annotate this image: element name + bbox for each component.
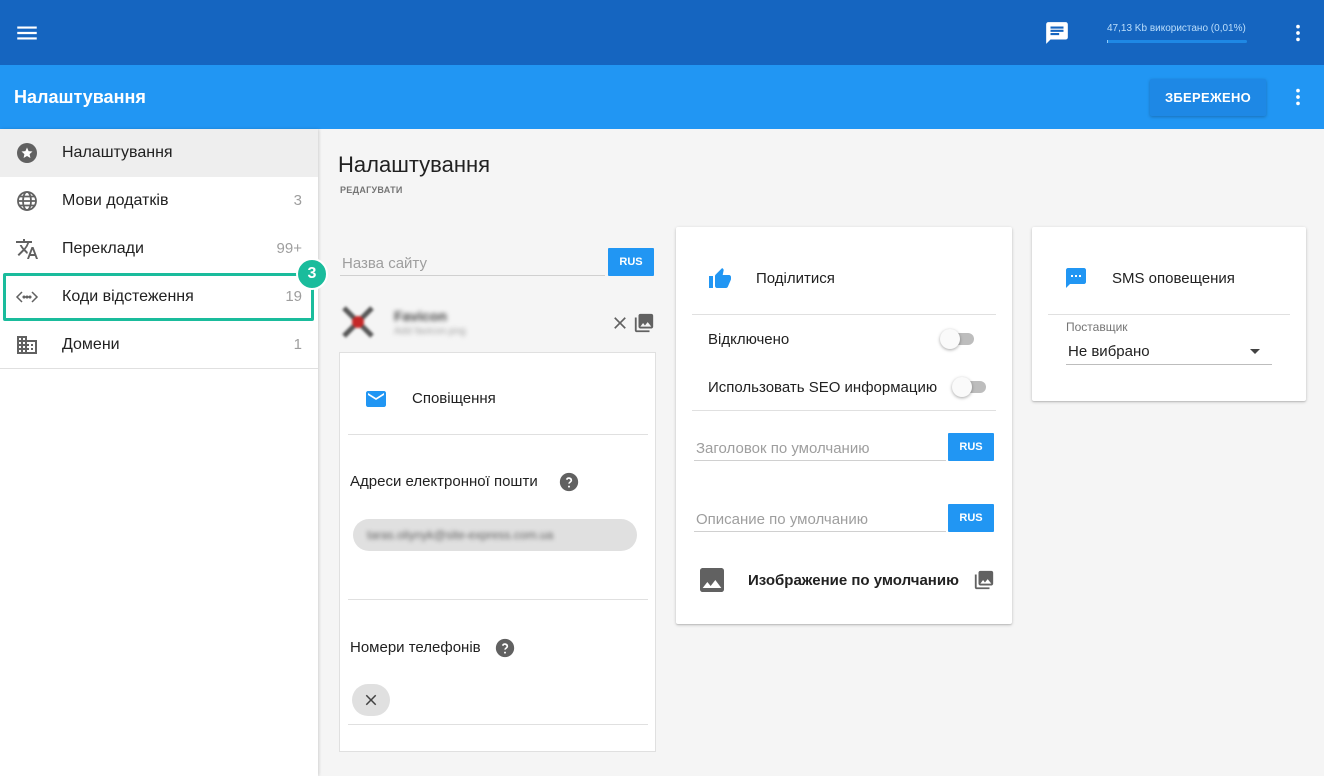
hamburger-menu-icon[interactable] — [14, 20, 40, 46]
photo-library-icon[interactable] — [632, 312, 656, 334]
star-circle-icon — [15, 141, 39, 165]
sms-card: SMS оповещения Поставщик Не вибрано — [1032, 227, 1306, 401]
divider — [692, 314, 996, 315]
email-chip[interactable]: taras.oliynyk@site-express.com.ua — [353, 519, 637, 551]
site-name-input[interactable]: Назва сайту — [340, 248, 605, 276]
translate-icon — [15, 237, 39, 261]
sidebar-item-label: Домени — [62, 336, 120, 353]
notifications-card: Сповіщення Адреси електронної пошти tara… — [339, 352, 656, 752]
storage-usage-bar — [1107, 40, 1247, 43]
toolbar-title: Налаштування — [14, 87, 146, 107]
email-chip-value: taras.oliynyk@site-express.com.ua — [367, 528, 554, 542]
notifications-title: Сповіщення — [412, 390, 496, 407]
default-title-input[interactable]: Заголовок по умолчанию — [694, 433, 946, 461]
globe-icon — [15, 189, 39, 213]
divider — [348, 434, 648, 435]
site-name-row: Назва сайту RUS — [340, 248, 654, 276]
page-toolbar: Налаштування ЗБЕРЕЖЕНО — [0, 65, 1324, 129]
storage-usage-text: 47,13 Kb використано (0,01%) — [1107, 23, 1246, 34]
sidebar-item-label: Налаштування — [62, 144, 173, 161]
sms-icon — [1064, 266, 1088, 290]
divider — [348, 599, 648, 600]
share-title: Поділитися — [756, 270, 835, 287]
divider — [692, 410, 996, 411]
provider-value: Не вибрано — [1068, 343, 1150, 360]
favicon-row: Favicon Add favicon.png — [340, 300, 660, 344]
sidebar-item-domains[interactable]: Домени 1 — [0, 321, 318, 369]
message-icon[interactable] — [1044, 20, 1070, 46]
divider — [348, 724, 648, 725]
provider-label: Поставщик — [1066, 320, 1128, 334]
saved-button[interactable]: ЗБЕРЕЖЕНО — [1150, 79, 1266, 116]
favicon-image — [340, 304, 376, 340]
sidebar-item-count: 3 — [293, 192, 302, 209]
favicon-name: Favicon — [394, 308, 447, 324]
more-vertical-icon[interactable] — [1287, 85, 1309, 109]
seo-info-label: Использовать SEO информацию — [708, 379, 938, 396]
disabled-label: Відключено — [708, 331, 790, 348]
dropdown-arrow-icon — [1250, 349, 1260, 354]
site-name-lang-button[interactable]: RUS — [608, 248, 654, 276]
page-subtitle: РЕДАГУВАТИ — [340, 185, 403, 195]
more-vertical-icon[interactable] — [1287, 21, 1309, 45]
email-addresses-label: Адреси електронної пошти — [350, 473, 538, 490]
close-icon — [365, 694, 377, 706]
disabled-toggle[interactable] — [940, 328, 976, 350]
photo-library-icon[interactable] — [972, 569, 996, 591]
favicon-subtitle: Add favicon.png — [394, 326, 466, 337]
seo-info-toggle[interactable] — [952, 376, 988, 398]
default-title-row: Заголовок по умолчанию RUS — [694, 433, 994, 461]
image-icon — [696, 564, 728, 596]
top-app-bar: 47,13 Kb використано (0,01%) — [0, 0, 1324, 65]
sidebar-item-count: 99+ — [276, 240, 302, 257]
help-icon[interactable] — [495, 638, 515, 658]
email-icon — [364, 387, 388, 411]
thumb-up-icon — [708, 267, 732, 291]
sidebar-item-label: Переклади — [62, 240, 144, 257]
storage-usage: 47,13 Kb використано (0,01%) — [1107, 23, 1247, 43]
step-badge: 3 — [296, 258, 328, 290]
share-card: Поділитися Відключено Использовать SEO и… — [676, 227, 1012, 624]
default-description-row: Описание по умолчанию RUS — [694, 504, 994, 532]
tracking-codes-highlight — [3, 273, 314, 321]
close-icon[interactable] — [610, 313, 630, 333]
sidebar-item-settings[interactable]: Налаштування — [0, 129, 318, 177]
sidebar-item-app-languages[interactable]: Мови додатків 3 — [0, 177, 318, 225]
sidebar: Налаштування Мови додатків 3 Переклади 9… — [0, 129, 318, 776]
phone-chip-remove-button[interactable] — [352, 684, 390, 716]
provider-select[interactable]: Не вибрано — [1066, 339, 1272, 365]
divider — [1048, 314, 1290, 315]
page-title: Налаштування — [338, 152, 491, 177]
default-image-label: Изображение по умолчанию — [748, 572, 959, 589]
sms-title: SMS оповещения — [1112, 270, 1235, 287]
domain-icon — [15, 333, 39, 357]
sidebar-item-count: 1 — [293, 336, 302, 353]
help-icon[interactable] — [559, 472, 579, 492]
default-description-lang-button[interactable]: RUS — [948, 504, 994, 532]
sidebar-item-label: Мови додатків — [62, 192, 169, 209]
default-description-input[interactable]: Описание по умолчанию — [694, 504, 946, 532]
phone-numbers-label: Номери телефонів — [350, 639, 481, 656]
default-title-lang-button[interactable]: RUS — [948, 433, 994, 461]
sidebar-item-translations[interactable]: Переклади 99+ — [0, 225, 318, 273]
